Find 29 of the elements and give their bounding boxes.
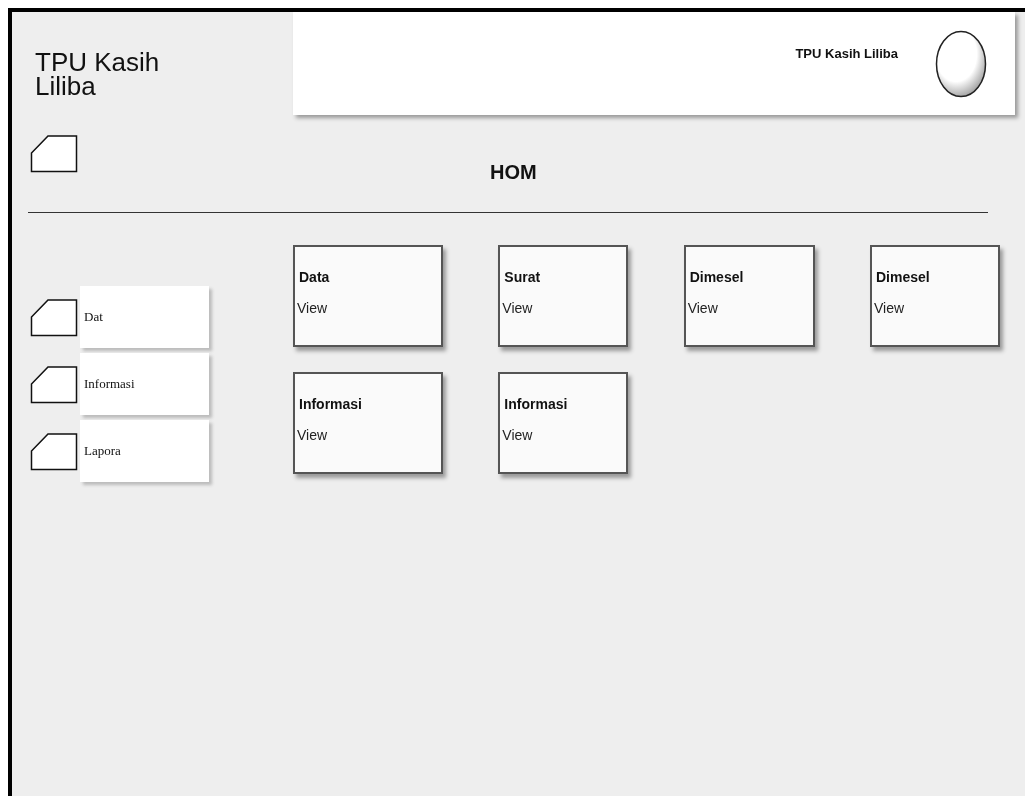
card-title: Surat bbox=[504, 269, 541, 285]
view-link[interactable]: View bbox=[874, 300, 905, 316]
sidebar-item[interactable]: Dat bbox=[80, 286, 209, 348]
menu-card[interactable]: Informasi View bbox=[293, 372, 443, 474]
view-link[interactable]: View bbox=[297, 427, 328, 443]
card-title: Dimesel bbox=[876, 269, 930, 285]
page-heading: HOM bbox=[490, 160, 537, 184]
header-title: TPU Kasih Liliba bbox=[795, 46, 898, 61]
view-link[interactable]: View bbox=[502, 300, 533, 316]
sidebar-item[interactable]: Informasi bbox=[80, 353, 209, 415]
menu-card[interactable]: Dimesel View bbox=[683, 245, 815, 347]
app-title: TPU Kasih Liliba bbox=[35, 50, 161, 98]
card-title: Data bbox=[299, 269, 330, 285]
card-title: Dimesel bbox=[689, 269, 744, 285]
avatar-icon[interactable] bbox=[935, 30, 987, 98]
tab-icon bbox=[30, 133, 78, 173]
menu-card[interactable]: Dimesel View bbox=[870, 245, 1000, 347]
sidebar-item[interactable]: Lapora bbox=[80, 420, 209, 482]
tab-icon bbox=[30, 297, 78, 337]
tab-icon bbox=[30, 364, 78, 404]
view-link[interactable]: View bbox=[687, 300, 718, 316]
menu-card[interactable]: Surat View bbox=[498, 245, 629, 347]
view-link[interactable]: View bbox=[502, 427, 533, 443]
view-link[interactable]: View bbox=[297, 300, 328, 316]
menu-card[interactable]: Informasi View bbox=[498, 372, 629, 474]
menu-card[interactable]: Data View bbox=[293, 245, 443, 347]
card-title: Informasi bbox=[504, 396, 568, 412]
tab-icon bbox=[30, 431, 78, 471]
card-title: Informasi bbox=[299, 396, 362, 412]
